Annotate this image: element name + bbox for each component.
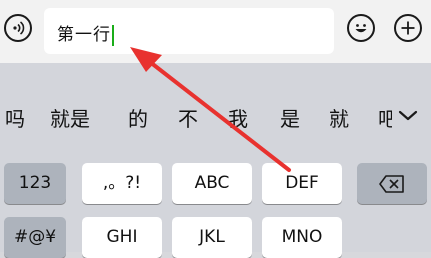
chat-input-bar: 第一行 xyxy=(0,0,431,63)
candidate-bar: 吗 就是 的 不 我 是 就 吧 xyxy=(0,91,431,137)
key-punctuation[interactable]: ,。?! xyxy=(82,163,162,204)
voice-toggle-icon[interactable] xyxy=(4,14,32,42)
backspace-key[interactable] xyxy=(357,163,427,204)
candidate-word[interactable]: 是 xyxy=(280,103,300,132)
key-abc[interactable]: ABC xyxy=(172,163,252,204)
message-input-text: 第一行 xyxy=(57,20,114,46)
keyboard: 吗 就是 的 不 我 是 就 吧 123 ,。?! ABC DEF #@¥ GH… xyxy=(0,63,431,258)
candidate-word[interactable]: 不 xyxy=(178,103,198,132)
chevron-down-icon[interactable] xyxy=(393,106,423,126)
backspace-icon xyxy=(379,175,404,193)
candidate-word[interactable]: 吧 xyxy=(378,103,392,132)
candidate-word[interactable]: 的 xyxy=(128,103,148,132)
message-input[interactable]: 第一行 xyxy=(44,8,334,54)
key-def[interactable]: DEF xyxy=(262,163,342,204)
candidate-word[interactable]: 就是 xyxy=(50,103,90,132)
text-caret xyxy=(112,24,114,46)
key-123[interactable]: 123 xyxy=(4,163,66,204)
plus-icon[interactable] xyxy=(394,14,422,42)
candidate-word[interactable]: 吗 xyxy=(5,103,25,132)
candidate-word[interactable]: 就 xyxy=(329,103,349,132)
candidate-word[interactable]: 我 xyxy=(228,103,248,132)
emoji-icon[interactable] xyxy=(347,14,375,42)
